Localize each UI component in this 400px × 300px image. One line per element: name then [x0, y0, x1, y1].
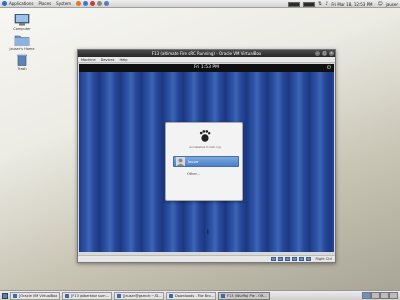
- login-dialog: annabelle13.milli.org Jauser Other...: [165, 122, 243, 201]
- help-launcher-icon[interactable]: [90, 1, 96, 6]
- applications-menu[interactable]: Applications: [9, 1, 33, 6]
- taskbar-item-label: [jauser@gsmch:~/D...: [123, 293, 162, 298]
- window-titlebar[interactable]: F13 (altimate Fire sRC Running) - Oracle…: [78, 50, 335, 57]
- mouse-cursor-icon: I: [207, 229, 209, 236]
- desktop-icon-label: Computer: [13, 27, 31, 31]
- user-switcher[interactable]: jauser: [386, 2, 398, 7]
- terminal-launcher-icon[interactable]: [97, 1, 103, 6]
- taskbar-item[interactable]: [Oracle VM VirtualBox: [10, 291, 60, 300]
- optical-drive-icon[interactable]: [278, 257, 284, 261]
- minimize-icon[interactable]: –: [315, 51, 320, 56]
- guest-screen[interactable]: Fri 1:53 PM ⏻ annabelle13.milli.org Jaus…: [79, 64, 334, 252]
- desktop-icon-trash[interactable]: Trash: [6, 54, 38, 71]
- app-icon: [169, 293, 173, 298]
- window-title: F13 (altimate Fire sRC Running) - Oracle…: [151, 51, 262, 56]
- workspace-3[interactable]: [380, 292, 389, 299]
- volume-icon[interactable]: ♪: [325, 1, 328, 7]
- vm-statusbar: Right Ctrl: [78, 255, 335, 262]
- taskbar-item-active[interactable]: F13 (Wulffa) Ple - OR...: [218, 291, 270, 300]
- close-icon[interactable]: ×: [329, 51, 334, 56]
- workspace-2[interactable]: [371, 292, 380, 299]
- guest-clock[interactable]: Fri 1:53 PM: [194, 65, 219, 70]
- taskbar-item[interactable]: [F13 jalbertdor sum...: [62, 291, 112, 300]
- taskbar-item-label: [Oracle VM VirtualBox: [19, 293, 58, 298]
- taskbar-item[interactable]: [jauser@gsmch:~/D...: [114, 291, 164, 300]
- system-monitor-applet[interactable]: [287, 1, 300, 7]
- virtualbox-window[interactable]: F13 (altimate Fire sRC Running) - Oracle…: [77, 49, 336, 263]
- user-icon[interactable]: ☺: [377, 1, 382, 7]
- bottom-panel: [Oracle VM VirtualBox [F13 jalbertdor su…: [0, 290, 400, 300]
- email-launcher-icon[interactable]: [83, 1, 89, 6]
- system-menu[interactable]: System: [56, 1, 71, 6]
- clock[interactable]: Fri Mar 18, 12:53 PM: [331, 2, 372, 7]
- shared-folder-icon[interactable]: [292, 257, 298, 261]
- firefox-launcher-icon[interactable]: [76, 1, 82, 6]
- trash-icon: [17, 54, 27, 66]
- home-folder-icon: [14, 35, 30, 46]
- other-user-label: Other...: [187, 172, 200, 176]
- taskbar-item-label: F13 (Wulffa) Ple - OR...: [227, 293, 267, 298]
- user-avatar-icon: [176, 157, 185, 166]
- virtualbox-launcher-icon[interactable]: [104, 1, 110, 6]
- desktop-icon-computer[interactable]: Computer: [6, 14, 38, 31]
- network-monitor-applet[interactable]: [302, 1, 315, 7]
- computer-icon: [14, 14, 30, 26]
- top-panel: Applications Places System ⇅ ♪ Fri Mar 1…: [0, 0, 400, 8]
- desktop-icon-label: jauser's Home: [9, 47, 35, 51]
- network-adapter-icon[interactable]: [299, 257, 305, 261]
- taskbar-item-label: Downloads - File Bro...: [175, 293, 214, 298]
- vm-menubar: Machine Devices Help: [78, 57, 335, 63]
- show-desktop-button[interactable]: [2, 292, 8, 299]
- guest-top-panel: Fri 1:53 PM ⏻: [79, 64, 334, 72]
- app-icon: [13, 293, 17, 298]
- workspace-1[interactable]: [362, 292, 371, 299]
- network-icon[interactable]: ⇅: [318, 1, 322, 7]
- menu-help[interactable]: Help: [119, 58, 127, 62]
- menu-devices[interactable]: Devices: [101, 58, 115, 62]
- app-icon: [221, 293, 225, 298]
- desktop-icon-home[interactable]: jauser's Home: [6, 34, 38, 51]
- menu-machine[interactable]: Machine: [81, 58, 96, 62]
- other-user-item[interactable]: Other...: [173, 170, 239, 178]
- maximize-icon[interactable]: □: [322, 51, 327, 56]
- hard-disk-icon[interactable]: [271, 257, 277, 261]
- host-key-label: Right Ctrl: [315, 257, 332, 261]
- power-menu-icon[interactable]: ⏻: [327, 64, 331, 72]
- gnome-foot-icon[interactable]: [2, 1, 7, 6]
- places-menu[interactable]: Places: [38, 1, 51, 6]
- usb-icon[interactable]: [285, 257, 291, 261]
- gnome-foot-logo-icon: [199, 130, 211, 142]
- taskbar-item[interactable]: Downloads - File Bro...: [166, 291, 216, 300]
- user-name: Jauser: [188, 159, 199, 164]
- user-list-item[interactable]: Jauser: [173, 156, 239, 167]
- app-icon: [117, 293, 121, 298]
- taskbar-item-label: [F13 jalbertdor sum...: [71, 293, 109, 298]
- app-icon: [65, 293, 69, 298]
- hostname-label: annabelle13.milli.org: [189, 145, 221, 149]
- workspace-4[interactable]: [389, 292, 398, 299]
- desktop-icon-label: Trash: [17, 67, 27, 71]
- mouse-integration-icon[interactable]: [306, 257, 312, 261]
